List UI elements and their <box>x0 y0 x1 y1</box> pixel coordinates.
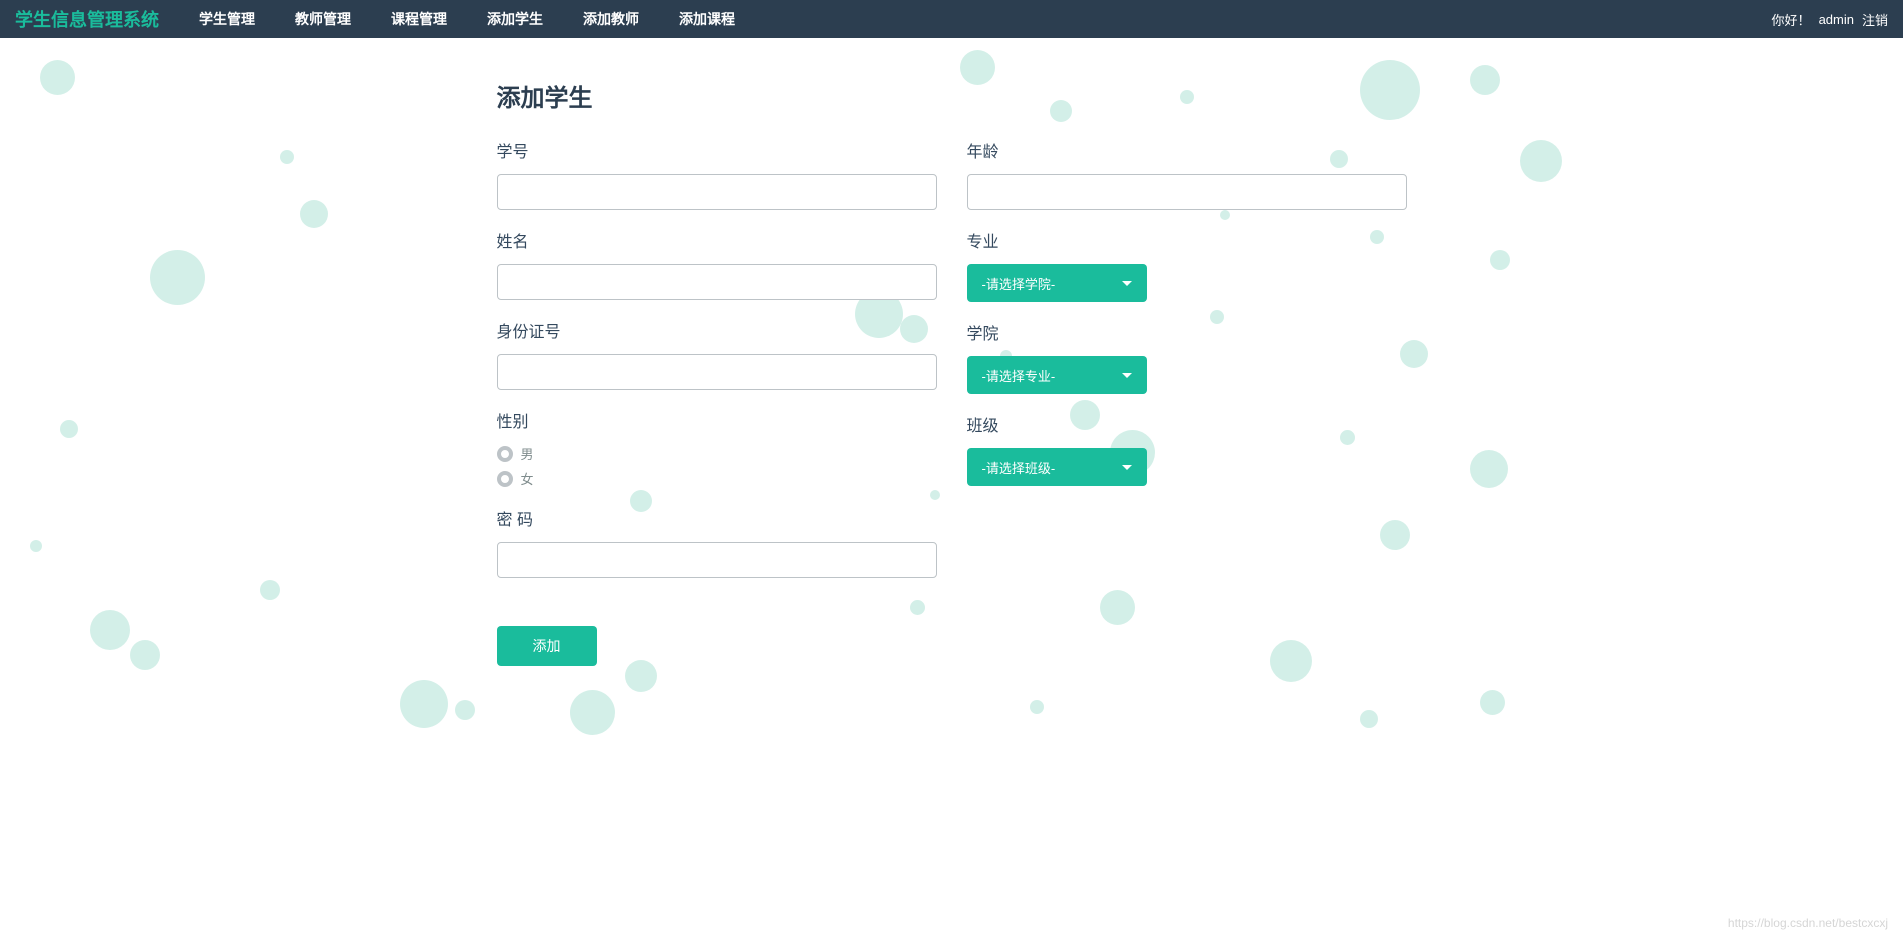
nav-item-add-student[interactable]: 添加学生 <box>467 0 563 38</box>
label-name: 姓名 <box>497 228 937 252</box>
radio-group-gender: 男 女 <box>497 444 937 488</box>
form-col-left: 学号 姓名 身份证号 性别 男 <box>497 138 937 666</box>
nav-item-student-manage[interactable]: 学生管理 <box>179 0 275 38</box>
page-title: 添加学生 <box>497 78 1407 113</box>
input-password[interactable] <box>497 542 937 578</box>
label-password: 密 码 <box>497 506 937 530</box>
label-age: 年龄 <box>967 138 1407 162</box>
nav-item-add-teacher[interactable]: 添加教师 <box>563 0 659 38</box>
select-class[interactable]: -请选择班级- <box>967 448 1147 486</box>
field-college: 学院 -请选择专业- <box>967 320 1407 394</box>
radio-item-male[interactable]: 男 <box>497 444 937 463</box>
field-gender: 性别 男 女 <box>497 408 937 488</box>
field-student-id: 学号 <box>497 138 937 210</box>
input-age[interactable] <box>967 174 1407 210</box>
brand-title[interactable]: 学生信息管理系统 <box>15 6 159 32</box>
radio-label-male: 男 <box>521 444 534 463</box>
select-college[interactable]: -请选择专业- <box>967 356 1147 394</box>
select-college-text: -请选择专业- <box>982 366 1056 385</box>
form-row: 学号 姓名 身份证号 性别 男 <box>497 138 1407 666</box>
label-id-card: 身份证号 <box>497 318 937 342</box>
field-major: 专业 -请选择学院- <box>967 228 1407 302</box>
submit-button[interactable]: 添加 <box>497 626 597 666</box>
label-student-id: 学号 <box>497 138 937 162</box>
form-col-right: 年龄 专业 -请选择学院- 学院 -请选择专业- 班级 <box>967 138 1407 666</box>
label-major: 专业 <box>967 228 1407 252</box>
nav-menu: 学生管理 教师管理 课程管理 添加学生 添加教师 添加课程 <box>179 0 755 38</box>
navbar: 学生信息管理系统 学生管理 教师管理 课程管理 添加学生 添加教师 添加课程 你… <box>0 0 1903 38</box>
logout-link[interactable]: 注销 <box>1862 10 1888 29</box>
label-gender: 性别 <box>497 408 937 432</box>
input-student-id[interactable] <box>497 174 937 210</box>
field-name: 姓名 <box>497 228 937 300</box>
input-name[interactable] <box>497 264 937 300</box>
radio-item-female[interactable]: 女 <box>497 469 937 488</box>
chevron-down-icon <box>1122 281 1132 286</box>
label-college: 学院 <box>967 320 1407 344</box>
nav-item-teacher-manage[interactable]: 教师管理 <box>275 0 371 38</box>
nav-item-add-course[interactable]: 添加课程 <box>659 0 755 38</box>
field-id-card: 身份证号 <box>497 318 937 390</box>
greeting-text: 你好！ <box>1772 10 1811 29</box>
field-age: 年龄 <box>967 138 1407 210</box>
watermark-text: https://blog.csdn.net/bestcxcxj <box>1728 916 1888 930</box>
select-major[interactable]: -请选择学院- <box>967 264 1147 302</box>
select-class-text: -请选择班级- <box>982 458 1056 477</box>
input-id-card[interactable] <box>497 354 937 390</box>
nav-item-course-manage[interactable]: 课程管理 <box>371 0 467 38</box>
chevron-down-icon <box>1122 465 1132 470</box>
label-class: 班级 <box>967 412 1407 436</box>
username-text: admin <box>1819 12 1854 27</box>
field-class: 班级 -请选择班级- <box>967 412 1407 486</box>
chevron-down-icon <box>1122 373 1132 378</box>
select-major-text: -请选择学院- <box>982 274 1056 293</box>
radio-icon[interactable] <box>497 471 513 487</box>
nav-user-area: 你好！ admin 注销 <box>1772 10 1888 29</box>
radio-label-female: 女 <box>521 469 534 488</box>
field-password: 密 码 <box>497 506 937 578</box>
radio-icon[interactable] <box>497 446 513 462</box>
main-container: 添加学生 学号 姓名 身份证号 性别 男 <box>482 38 1422 666</box>
